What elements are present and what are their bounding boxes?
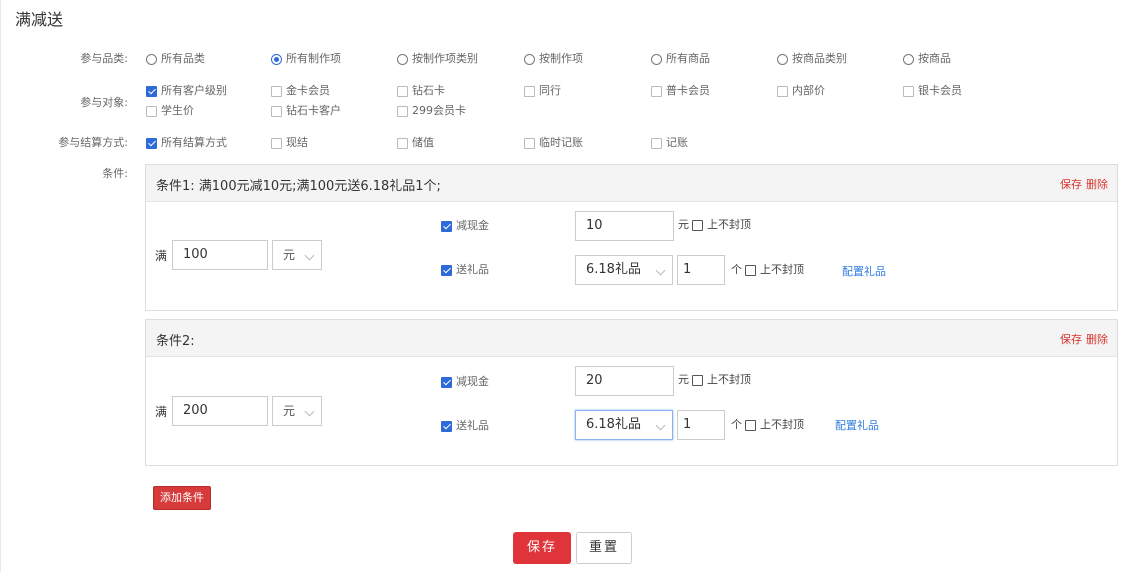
radio-icon [777,53,788,65]
settlement-option-all[interactable]: 所有结算方式 [146,135,227,151]
checkbox-icon [271,85,282,97]
checkbox-icon [524,85,535,97]
target-option-silver[interactable]: 银卡会员 [903,83,962,99]
checkbox-icon [271,105,282,117]
target-option-diamond-customer[interactable]: 钻石卡客户 [271,103,341,119]
condition-save-link-2[interactable]: 保存 [1060,333,1082,346]
checkbox-checked-icon [441,264,452,276]
checkbox-icon [651,85,662,97]
checkbox-checked-icon [146,137,157,149]
target-option-student[interactable]: 学生价 [146,103,194,119]
cash-checkbox-2[interactable]: 减现金 [441,374,489,390]
threshold-prefix-2: 满 [155,405,168,419]
radio-icon [397,53,408,65]
gift-qty-input-1[interactable]: 1 [677,255,725,285]
condition-save-link-1[interactable]: 保存 [1060,178,1082,191]
gift-checkbox-1[interactable]: 送礼品 [441,262,489,278]
condition-title-1: 条件1: 满100元减10元;满100元送6.18礼品1个; [156,179,441,194]
checkbox-icon [397,137,408,149]
gift-select-1[interactable]: 6.18礼品 [575,255,673,285]
checkbox-icon [745,264,756,276]
radio-icon [524,53,535,65]
threshold-unit-select-1[interactable]: 元 [272,240,322,270]
condition-header-1: 条件1: 满100元减10元;满100元送6.18礼品1个; 保存 删除 [146,165,1117,202]
reset-button[interactable]: 重置 [576,532,632,564]
target-option-internal[interactable]: 内部价 [777,83,825,99]
radio-checked-icon [271,53,282,65]
target-option-gold[interactable]: 金卡会员 [271,83,330,99]
category-option-goods-type[interactable]: 按商品类别 [777,51,847,67]
chevron-down-icon [655,420,666,431]
checkbox-icon [397,105,408,117]
target-label: 参与对象: [80,96,128,109]
checkbox-checked-icon [146,85,157,97]
category-option-production-type[interactable]: 按制作项类别 [397,51,478,67]
settlement-option-temp-credit[interactable]: 临时记账 [524,135,583,151]
condition-actions-1: 保存 删除 [1056,176,1108,192]
radio-icon [651,53,662,65]
target-option-299-card[interactable]: 299会员卡 [397,103,466,119]
checkbox-checked-icon [441,376,452,388]
gift-no-cap-1[interactable]: 个上不封顶 [731,262,804,278]
target-option-diamond[interactable]: 钻石卡 [397,83,445,99]
condition-delete-link-1[interactable]: 删除 [1086,178,1108,191]
settlement-label: 参与结算方式: [58,136,128,149]
category-label: 参与品类: [80,52,128,65]
settlement-option-cash[interactable]: 现结 [271,135,308,151]
chevron-down-icon [304,250,315,261]
save-button[interactable]: 保存 [513,532,571,564]
category-option-all-goods[interactable]: 所有商品 [651,51,710,67]
page-title: 满减送 [15,10,64,29]
category-option-all[interactable]: 所有品类 [146,51,205,67]
cash-no-cap-2[interactable]: 元上不封顶 [678,372,751,388]
category-option-production-item[interactable]: 按制作项 [524,51,583,67]
chevron-down-icon [655,265,666,276]
checkbox-icon [524,137,535,149]
checkbox-icon [692,219,703,231]
target-option-peer[interactable]: 同行 [524,83,561,99]
gift-checkbox-2[interactable]: 送礼品 [441,418,489,434]
category-option-all-production[interactable]: 所有制作项 [271,51,341,67]
checkbox-icon [146,105,157,117]
category-option-goods[interactable]: 按商品 [903,51,951,67]
gift-qty-input-2[interactable]: 1 [677,410,725,440]
cash-no-cap-1[interactable]: 元上不封顶 [678,217,751,233]
conditions-label: 条件: [102,167,128,180]
condition-title-2: 条件2: [156,334,195,349]
radio-icon [903,53,914,65]
condition-header-2: 条件2: 保存 删除 [146,320,1117,357]
condition-actions-2: 保存 删除 [1056,331,1108,347]
cash-checkbox-1[interactable]: 减现金 [441,218,489,234]
checkbox-icon [692,374,703,386]
target-option-regular[interactable]: 普卡会员 [651,83,710,99]
cash-input-1[interactable]: 10 [575,211,674,241]
gift-no-cap-2[interactable]: 个上不封顶 [731,417,804,433]
condition-delete-link-2[interactable]: 删除 [1086,333,1108,346]
left-border [0,0,1,572]
radio-icon [146,53,157,65]
gift-config-link-2[interactable]: 配置礼品 [835,417,879,433]
chevron-down-icon [304,406,315,417]
checkbox-checked-icon [441,420,452,432]
cash-input-2[interactable]: 20 [575,366,674,396]
threshold-input-1[interactable]: 100 [172,240,268,270]
checkbox-checked-icon [441,220,452,232]
gift-config-link-1[interactable]: 配置礼品 [842,263,886,279]
checkbox-icon [903,85,914,97]
checkbox-icon [777,85,788,97]
checkbox-icon [397,85,408,97]
threshold-unit-select-2[interactable]: 元 [272,396,322,426]
checkbox-icon [745,419,756,431]
add-condition-button[interactable]: 添加条件 [153,486,211,510]
threshold-prefix-1: 满 [155,249,168,263]
threshold-input-2[interactable]: 200 [172,396,268,426]
gift-select-2[interactable]: 6.18礼品 [575,410,673,440]
settlement-option-stored-value[interactable]: 储值 [397,135,434,151]
target-option-all-levels[interactable]: 所有客户级别 [146,83,227,99]
settlement-option-credit[interactable]: 记账 [651,135,688,151]
checkbox-icon [651,137,662,149]
checkbox-icon [271,137,282,149]
